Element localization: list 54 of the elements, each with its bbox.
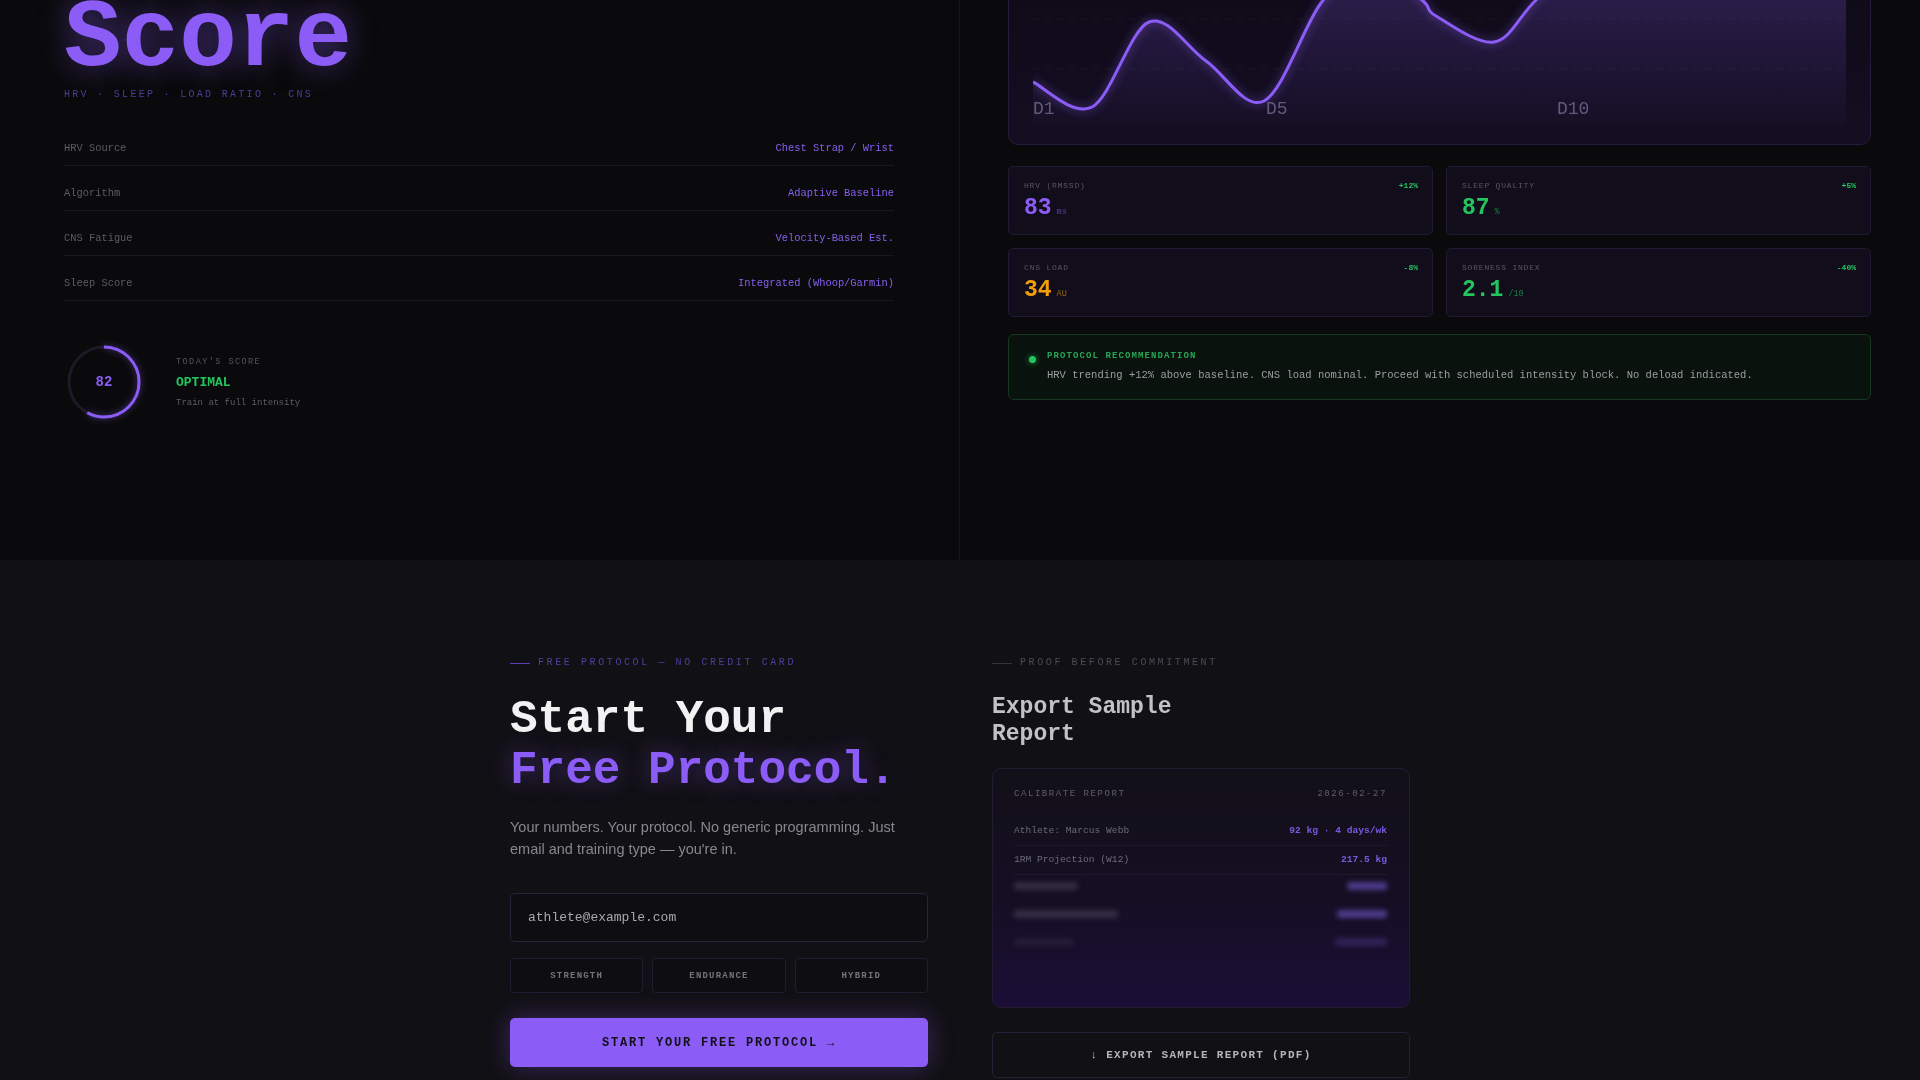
metric-change: -8% xyxy=(1403,263,1418,273)
metric-unit: % xyxy=(1494,207,1500,217)
metric-value: 87 xyxy=(1462,196,1490,220)
spec-label: Algorithm xyxy=(64,186,121,200)
email-field[interactable]: athlete@example.com xyxy=(510,893,928,942)
metric-unit: AU xyxy=(1056,289,1067,299)
page-title: Score xyxy=(64,0,353,80)
metric-unit: /10 xyxy=(1508,289,1524,299)
metric-change: -40% xyxy=(1836,263,1856,273)
metric-unit: ms xyxy=(1056,207,1067,217)
metric-change: +12% xyxy=(1398,181,1418,191)
eyebrow-label: PROOF BEFORE COMMITMENT xyxy=(1020,656,1218,670)
metric-value: 34 xyxy=(1024,278,1052,302)
recommendation-title: PROTOCOL RECOMMENDATION xyxy=(1047,350,1197,362)
metric-change: +5% xyxy=(1841,181,1856,191)
score-status: OPTIMAL xyxy=(176,374,231,391)
axis-label: D5 xyxy=(1266,99,1288,119)
report-title: CALIBRATE REPORT xyxy=(1014,788,1126,800)
training-type-toggle[interactable]: ENDURANCE xyxy=(652,958,786,993)
score-note: Train at full intensity xyxy=(176,396,301,409)
eyebrow-label: FREE PROTOCOL — NO CREDIT CARD xyxy=(538,656,797,670)
axis-label: D1 xyxy=(1033,99,1055,119)
spec-value: Integrated (Whoop/Garmin) xyxy=(738,276,894,290)
spec-label: HRV Source xyxy=(64,141,127,155)
report-row-value: 92 kg · 4 days/wk xyxy=(1289,824,1387,838)
metric-label: SLEEP QUALITY xyxy=(1462,181,1535,191)
status-dot-icon xyxy=(1029,356,1036,363)
report-row-label: 1RM Projection (W12) xyxy=(1014,853,1130,867)
report-date: 2026-02-27 xyxy=(1317,788,1387,800)
training-type-toggle[interactable]: HYBRID xyxy=(794,958,928,993)
score-value: 82 xyxy=(95,374,113,390)
start-protocol-button[interactable]: START YOUR FREE PROTOCOL → xyxy=(510,1018,928,1067)
section-heading: Export Sample Report xyxy=(992,694,1173,748)
report-row-label: Athlete: Marcus Webb xyxy=(1014,824,1130,838)
metric-value: 83 xyxy=(1024,196,1052,220)
axis-label: D10 xyxy=(1557,99,1590,119)
metric-label: SORENESS INDEX xyxy=(1462,263,1541,273)
report-row-value: 217.5 kg xyxy=(1340,853,1387,867)
metric-label: HRV (RMSSD) xyxy=(1024,181,1086,191)
recommendation-text: HRV trending +12% above baseline. CNS load nominal. Proceed with scheduled intensity block. No deload indicated. xyxy=(1047,368,1753,382)
heading-line: Start Your xyxy=(510,695,787,746)
spec-value: Chest Strap / Wrist xyxy=(775,141,894,155)
spec-value: Velocity-Based Est. xyxy=(775,231,894,245)
metric-value: 2.1 xyxy=(1462,278,1504,302)
spec-label: Sleep Score xyxy=(64,276,133,290)
metric-label: CNS LOAD xyxy=(1024,263,1069,273)
metrics-subtitle: HRV · SLEEP · LOAD RATIO · CNS xyxy=(64,88,314,102)
heading-accent: Free Protocol. xyxy=(510,746,897,797)
export-report-button[interactable]: ↓ EXPORT SAMPLE REPORT (PDF) xyxy=(992,1032,1410,1078)
training-type-toggle[interactable]: STRENGTH xyxy=(510,958,644,993)
spec-label: CNS Fatigue xyxy=(64,231,133,245)
spec-value: Adaptive Baseline xyxy=(788,186,894,200)
description-text: Your numbers. Your protocol. No generic programming. Just email and training type — you're in. xyxy=(510,818,896,859)
score-caption: TODAY'S SCORE xyxy=(176,355,262,368)
